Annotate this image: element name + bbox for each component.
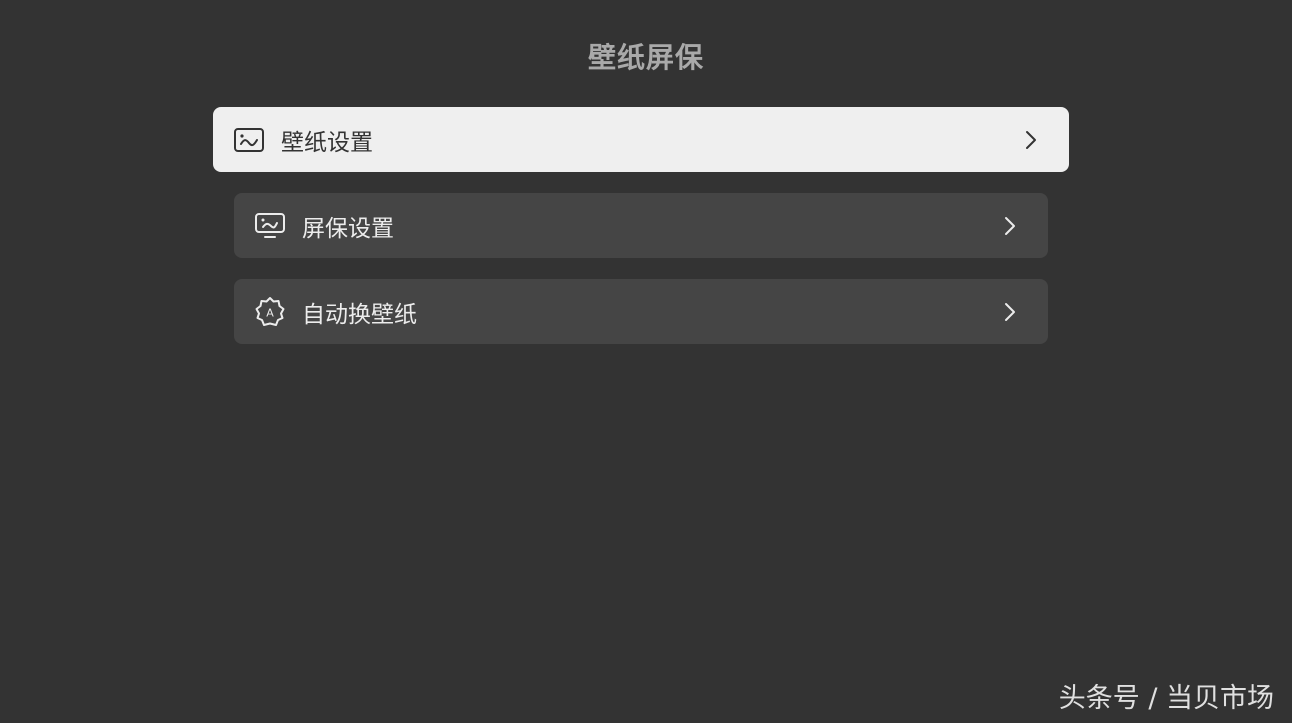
page-title: 壁纸屏保 [587, 41, 704, 74]
chevron-right-icon [1000, 300, 1020, 324]
wallpaper-image-icon [233, 124, 265, 156]
menu-item-screensaver-settings[interactable]: 屏保设置 [234, 193, 1048, 258]
menu-item-label: 壁纸设置 [281, 129, 373, 156]
watermark-text: 头条号 / 当贝市场 [1058, 683, 1274, 714]
menu-item-wallpaper-settings[interactable]: 壁纸设置 [213, 107, 1069, 172]
chevron-right-icon [1021, 128, 1041, 152]
settings-page: 壁纸屏保 壁纸设置 屏保设置 A 自动换壁纸 头条号 / 当贝市场 [0, 0, 1292, 723]
screensaver-monitor-icon [254, 210, 286, 242]
auto-change-badge-icon: A [254, 296, 286, 328]
menu-item-label: 屏保设置 [302, 215, 394, 242]
svg-text:A: A [266, 306, 274, 319]
menu-item-label: 自动换壁纸 [302, 301, 417, 328]
menu-item-auto-change-wallpaper[interactable]: A 自动换壁纸 [234, 279, 1048, 344]
chevron-right-icon [1000, 214, 1020, 238]
